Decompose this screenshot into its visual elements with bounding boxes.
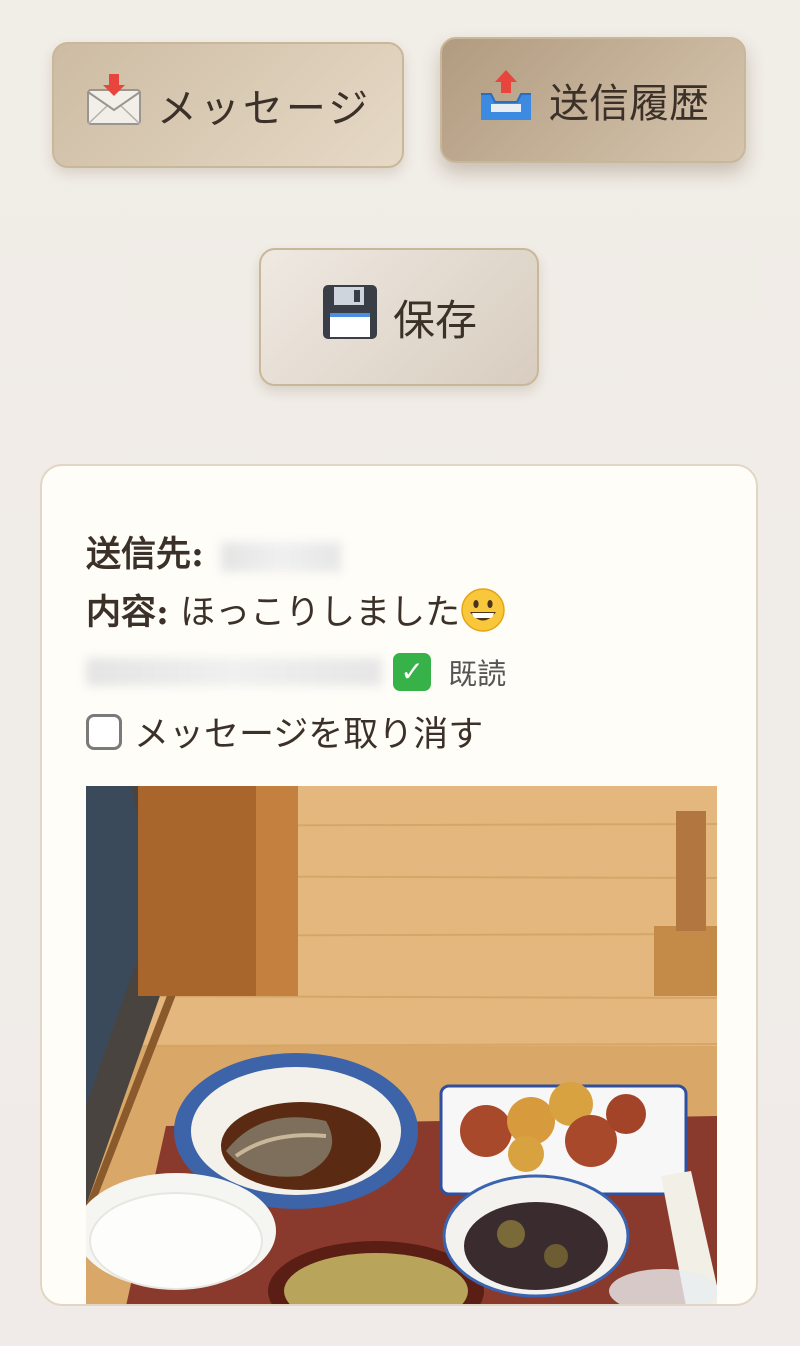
content-row: 内容: ほっこりしました bbox=[86, 584, 506, 642]
outbox-tray-icon bbox=[477, 68, 535, 132]
save-button[interactable]: 保存 bbox=[259, 248, 539, 386]
recipient-redacted bbox=[221, 541, 342, 572]
message-button[interactable]: メッセージ bbox=[52, 42, 404, 168]
retract-row[interactable]: メッセージを取り消す bbox=[86, 706, 483, 757]
sent-message-card: 送信先: 内容: ほっこりしました ✓ 既読 メッセージを取り消す bbox=[40, 464, 758, 1306]
retract-label: メッセージを取り消す bbox=[134, 715, 484, 755]
recipient-label: 送信先: bbox=[86, 534, 204, 575]
meal-photo bbox=[86, 786, 717, 1304]
check-mark-button-icon: ✓ bbox=[393, 652, 432, 691]
send-history-button-label: 送信履歴 bbox=[549, 81, 709, 127]
envelope-incoming-icon bbox=[85, 72, 143, 138]
send-history-button[interactable]: 送信履歴 bbox=[440, 37, 746, 163]
message-button-label: メッセージ bbox=[156, 86, 372, 132]
content-text: ほっこりしました bbox=[180, 593, 461, 633]
read-status-row: ✓ 既読 bbox=[86, 650, 506, 693]
timestamp-redacted bbox=[86, 657, 382, 686]
floppy-disk-icon bbox=[321, 283, 379, 351]
save-button-label: 保存 bbox=[392, 295, 477, 345]
grinning-face-icon bbox=[460, 587, 506, 642]
read-status: 既読 bbox=[448, 656, 507, 691]
content-label: 内容: bbox=[86, 592, 169, 633]
recipient-row: 送信先: bbox=[86, 526, 342, 577]
retract-checkbox[interactable] bbox=[86, 713, 122, 750]
